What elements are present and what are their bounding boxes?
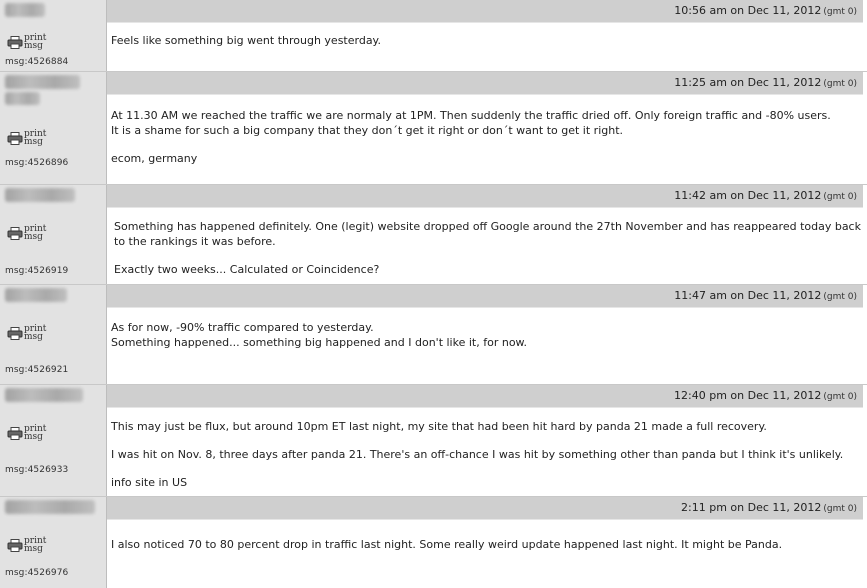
timezone-label: (gmt 0) — [823, 504, 857, 514]
post-text-line: I also noticed 70 to 80 percent drop in … — [111, 538, 783, 551]
post-author-panel: print msg msg:4526933 — [0, 385, 107, 496]
post-author-panel: print msg msg:4526896 — [0, 72, 107, 184]
post-timestamp: 11:25 am on Dec 11, 2012 — [674, 76, 822, 89]
print-msg-link[interactable]: print msg — [7, 33, 47, 51]
post-timestamp: 11:42 am on Dec 11, 2012 — [674, 189, 822, 202]
post-body: I also noticed 70 to 80 percent drop in … — [107, 519, 863, 588]
print-msg-label: print msg — [24, 129, 47, 147]
post-body: As for now, -90% traffic compared to yes… — [107, 307, 863, 384]
timezone-label: (gmt 0) — [823, 7, 857, 17]
print-msg-label: print msg — [24, 324, 47, 342]
post-text-line: Something happened... something big happ… — [111, 336, 528, 349]
post-body: Feels like something big went through ye… — [107, 22, 863, 71]
post-text-line: This may just be flux, but around 10pm E… — [111, 420, 767, 433]
print-msg-link[interactable]: print msg — [7, 129, 47, 147]
post-timestamp: 2:11 pm on Dec 11, 2012 — [681, 501, 822, 514]
post-author-panel: print msg msg:4526921 — [0, 285, 107, 384]
forum-post: print msg msg:4526976 2:11 pm on Dec 11,… — [0, 497, 867, 588]
print-msg-label: print msg — [24, 33, 47, 51]
post-body: Something has happened definitely. One (… — [107, 207, 863, 284]
print-msg-link[interactable]: print msg — [7, 536, 47, 554]
post-text-line: to the rankings it was before. — [114, 235, 276, 248]
printer-icon — [7, 326, 23, 340]
forum-post: print msg msg:4526896 11:25 am on Dec 11… — [0, 72, 867, 184]
print-msg-link[interactable]: print msg — [7, 324, 47, 342]
post-body: At 11.30 AM we reached the traffic we ar… — [107, 94, 863, 184]
timezone-label: (gmt 0) — [823, 392, 857, 402]
printer-icon — [7, 426, 23, 440]
printer-icon — [7, 226, 23, 240]
timezone-label: (gmt 0) — [823, 292, 857, 302]
message-id: msg:4526933 — [5, 465, 69, 475]
print-msg-label: print msg — [24, 224, 47, 242]
author-name-blurred — [5, 500, 95, 514]
author-name-blurred — [5, 288, 67, 302]
post-text-line: Something has happened definitely. One (… — [114, 220, 861, 233]
print-msg-link[interactable]: print msg — [7, 224, 47, 242]
forum-post: print msg msg:4526933 12:40 pm on Dec 11… — [0, 385, 867, 496]
forum-thread: print msg msg:4526884 10:56 am on Dec 11… — [0, 0, 867, 588]
message-id: msg:4526896 — [5, 158, 69, 168]
printer-icon — [7, 35, 23, 49]
post-header: 12:40 pm on Dec 11, 2012 (gmt 0) — [107, 385, 863, 407]
message-id: msg:4526921 — [5, 365, 69, 375]
printer-icon — [7, 131, 23, 145]
printer-icon — [7, 538, 23, 552]
forum-post: print msg msg:4526884 10:56 am on Dec 11… — [0, 0, 867, 71]
post-timestamp: 10:56 am on Dec 11, 2012 — [674, 4, 822, 17]
post-header: 10:56 am on Dec 11, 2012 (gmt 0) — [107, 0, 863, 22]
post-body: This may just be flux, but around 10pm E… — [107, 407, 863, 496]
author-name-blurred — [5, 75, 80, 89]
post-text-line: It is a shame for such a big company tha… — [111, 124, 624, 137]
post-author-panel: print msg msg:4526919 — [0, 185, 107, 284]
post-text-line: As for now, -90% traffic compared to yes… — [111, 321, 374, 334]
post-text-line: info site in US — [111, 476, 188, 489]
print-msg-link[interactable]: print msg — [7, 424, 47, 442]
author-name-blurred — [5, 3, 45, 17]
post-timestamp: 12:40 pm on Dec 11, 2012 — [674, 389, 822, 402]
timezone-label: (gmt 0) — [823, 192, 857, 202]
post-text-line: ecom, germany — [111, 152, 198, 165]
print-msg-label: print msg — [24, 424, 47, 442]
message-id: msg:4526976 — [5, 568, 69, 578]
author-name-blurred-line2 — [5, 92, 40, 105]
post-timestamp: 11:47 am on Dec 11, 2012 — [674, 289, 822, 302]
post-header: 11:25 am on Dec 11, 2012 (gmt 0) — [107, 72, 863, 94]
timezone-label: (gmt 0) — [823, 79, 857, 89]
post-author-panel: print msg msg:4526884 — [0, 0, 107, 71]
post-text-line: At 11.30 AM we reached the traffic we ar… — [111, 109, 831, 122]
message-id: msg:4526919 — [5, 266, 69, 276]
message-id: msg:4526884 — [5, 57, 69, 67]
post-header: 11:42 am on Dec 11, 2012 (gmt 0) — [107, 185, 863, 207]
forum-post: print msg msg:4526921 11:47 am on Dec 11… — [0, 285, 867, 384]
post-header: 2:11 pm on Dec 11, 2012 (gmt 0) — [107, 497, 863, 519]
post-author-panel: print msg msg:4526976 — [0, 497, 107, 588]
post-header: 11:47 am on Dec 11, 2012 (gmt 0) — [107, 285, 863, 307]
author-name-blurred — [5, 188, 75, 202]
post-text-line: Feels like something big went through ye… — [111, 34, 381, 47]
post-text-line: Exactly two weeks... Calculated or Coinc… — [114, 263, 380, 276]
author-name-blurred — [5, 388, 83, 402]
forum-post: print msg msg:4526919 11:42 am on Dec 11… — [0, 185, 867, 284]
post-text-line: I was hit on Nov. 8, three days after pa… — [111, 448, 844, 461]
print-msg-label: print msg — [24, 536, 47, 554]
